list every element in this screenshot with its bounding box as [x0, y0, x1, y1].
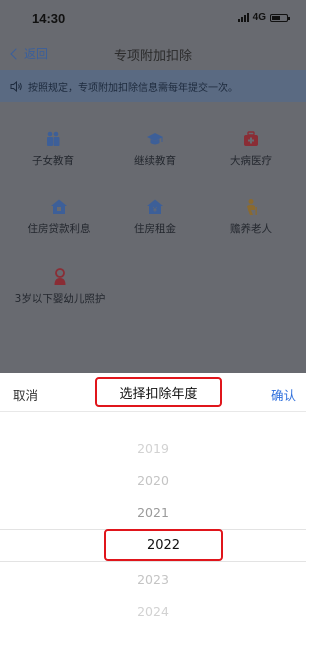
category-continuing-education[interactable]: 继续教育 [104, 130, 206, 169]
picker-title: 选择扣除年度 [119, 386, 198, 402]
selected-year: 2022 [146, 537, 181, 553]
battery-level [272, 15, 280, 20]
category-serious-illness[interactable]: 大病医疗 [200, 130, 302, 169]
svg-text:¥: ¥ [153, 207, 157, 214]
category-label: 住房租金 [134, 223, 176, 235]
selected-year-highlight[interactable]: 2022 [104, 529, 223, 561]
status-bar: 14:30 4G [0, 0, 306, 36]
confirm-button[interactable]: 确认 [271, 385, 296, 404]
elderly-icon [247, 199, 257, 215]
picker-title-highlight: 选择扣除年度 [95, 377, 222, 407]
year-option[interactable]: 2023 [0, 572, 306, 587]
selection-divider-bottom [0, 561, 306, 562]
medical-kit-icon [244, 131, 258, 146]
category-housing-loan[interactable]: 住房贷款利息 [8, 198, 110, 237]
category-housing-rent[interactable]: ¥ 住房租金 [104, 198, 206, 237]
cancel-button[interactable]: 取消 [13, 385, 38, 404]
app-screen: 14:30 4G 返回 专项附加扣除 按照规定，专项附加扣除信息需每年提交一次。… [0, 0, 306, 653]
category-label: 继续教育 [134, 155, 176, 167]
graduation-cap-icon [147, 133, 163, 145]
picker-header: 取消 选择扣除年度 确认 [0, 373, 306, 412]
notice-text: 按照规定，专项附加扣除信息需每年提交一次。 [28, 82, 238, 94]
infant-care-icon [54, 268, 66, 285]
category-elderly-support[interactable]: 赡养老人 [200, 198, 302, 237]
house-loan-icon [51, 199, 67, 214]
year-wheel[interactable]: 2019 2020 2021 2022 2023 2024 [0, 412, 306, 653]
year-option[interactable]: 2020 [0, 473, 306, 488]
signal-icon [237, 13, 249, 22]
year-option[interactable]: 2024 [0, 604, 306, 619]
notice-banner: 按照规定，专项附加扣除信息需每年提交一次。 [0, 70, 306, 102]
nav-bar: 返回 专项附加扣除 [0, 36, 306, 70]
network-type: 4G [252, 12, 266, 23]
children-education-icon [47, 131, 60, 146]
category-label: 子女教育 [32, 155, 74, 167]
category-grid: 子女教育 继续教育 大病医疗 住房贷款利息 ¥ 住房租金 赡养老人 3岁以下婴幼… [0, 102, 306, 373]
house-rent-icon: ¥ [147, 199, 163, 214]
page-title: 专项附加扣除 [113, 49, 192, 64]
category-label: 3岁以下婴幼儿照护 [14, 293, 106, 305]
category-label: 大病医疗 [230, 155, 272, 167]
year-picker-sheet: 取消 选择扣除年度 确认 2019 2020 2021 2022 2023 20… [0, 373, 306, 653]
category-children-education[interactable]: 子女教育 [2, 130, 104, 169]
status-indicators: 4G [237, 12, 290, 23]
category-infant-care[interactable]: 3岁以下婴幼儿照护 [10, 268, 110, 307]
category-label: 赡养老人 [230, 223, 272, 235]
status-time: 14:30 [32, 11, 66, 26]
category-label: 住房贷款利息 [27, 223, 91, 235]
battery-icon [270, 13, 290, 22]
speaker-icon [10, 80, 22, 92]
year-option[interactable]: 2021 [0, 505, 306, 520]
year-option[interactable]: 2019 [0, 441, 306, 456]
